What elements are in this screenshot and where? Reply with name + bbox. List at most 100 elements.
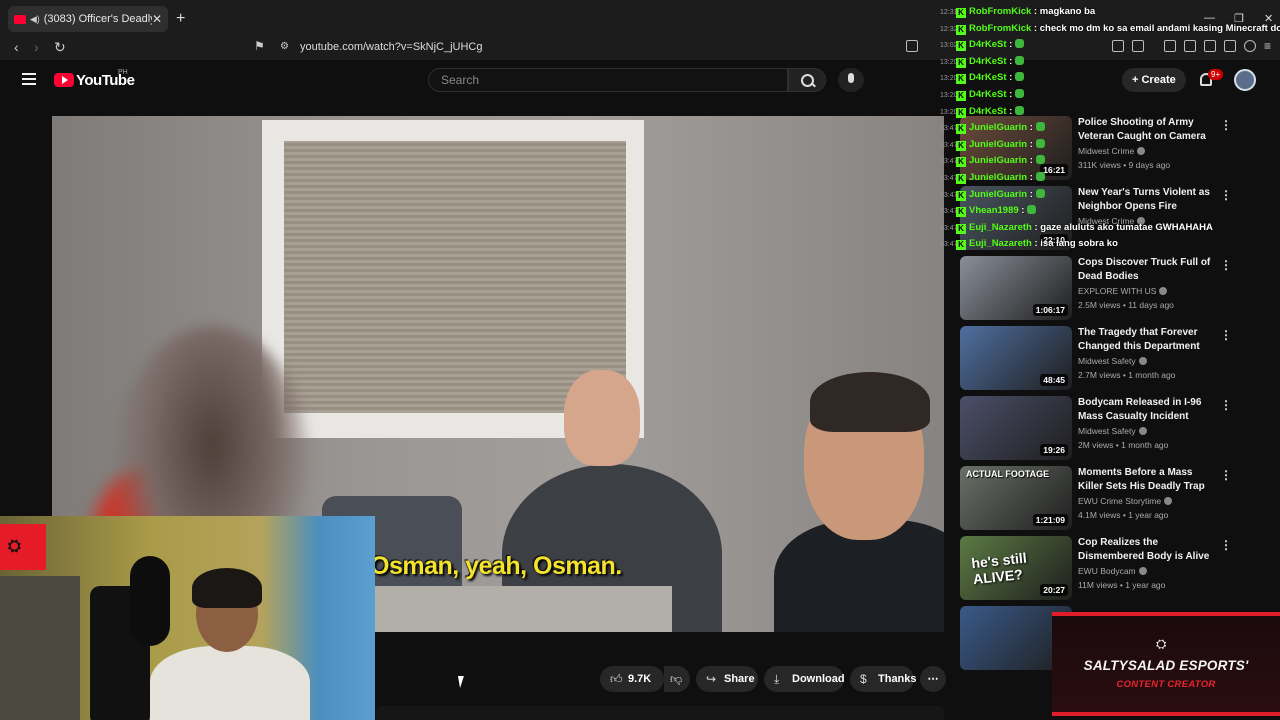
- more-options-icon[interactable]: ⋮: [1220, 538, 1232, 552]
- chat-message: 13:47K JunielGuarin :: [940, 122, 1045, 138]
- speaker-icon[interactable]: ◀): [30, 14, 40, 25]
- recommendation-item[interactable]: 1:06:17 Cops Discover Truck Full of Dead …: [960, 256, 1240, 320]
- recommendation-item[interactable]: ACTUAL FOOTAGE 1:21:09 Moments Before a Ma…: [960, 466, 1240, 530]
- thanks-button[interactable]: $ Thanks: [850, 666, 917, 692]
- recommendation-title[interactable]: New Year's Turns Violent as Neighbor Ope…: [1078, 186, 1218, 213]
- video-thumbnail[interactable]: he's still ALIVE? 20:27: [960, 536, 1072, 600]
- search-button[interactable]: [788, 68, 826, 92]
- menu-icon[interactable]: ≡: [1264, 39, 1271, 53]
- share-button[interactable]: ↪ Share: [696, 666, 758, 692]
- chat-username: JunielGuarin: [969, 172, 1028, 183]
- screenshot-icon[interactable]: [1132, 40, 1144, 52]
- video-thumbnail[interactable]: 19:26: [960, 396, 1072, 460]
- share-icon: ↪: [706, 672, 717, 686]
- emote-icon: [1014, 89, 1024, 98]
- like-button[interactable]: 👍︎ 9.7K: [600, 666, 664, 692]
- avatar[interactable]: [1234, 69, 1256, 91]
- recommendation-title[interactable]: Cops Discover Truck Full of Dead Bodies: [1078, 256, 1218, 283]
- view-meta: 4.1M views • 1 year ago: [1078, 510, 1169, 520]
- cast-icon[interactable]: [906, 40, 918, 52]
- back-icon[interactable]: ‹: [14, 39, 19, 55]
- more-actions-icon[interactable]: ⋯: [920, 666, 946, 692]
- more-options-icon[interactable]: ⋮: [1220, 258, 1232, 272]
- view-meta: 2.7M views • 1 month ago: [1078, 370, 1176, 380]
- chat-colon: :: [1027, 172, 1036, 183]
- chat-timestamp: 13:47: [940, 158, 958, 166]
- chat-message: 13:20K D4rKeSt :: [940, 72, 1024, 88]
- more-options-icon[interactable]: ⋮: [1220, 328, 1232, 342]
- chat-message: 13:47K Euji_Nazareth : gaze aluluts ako t…: [940, 222, 1213, 238]
- more-options-icon[interactable]: ⋮: [1220, 118, 1232, 132]
- chat-colon: :: [1006, 55, 1015, 67]
- channel-name[interactable]: Midwest Safety: [1078, 356, 1147, 366]
- browser-tab[interactable]: ◀) (3083) Officer's Deadly Street ✕: [8, 6, 168, 32]
- channel-name[interactable]: EWU Bodycam: [1078, 566, 1147, 576]
- forward-icon[interactable]: ›: [34, 39, 39, 55]
- video-duration: 20:27: [1040, 584, 1068, 596]
- channel-name[interactable]: Midwest Safety: [1078, 426, 1147, 436]
- video-officer: [774, 370, 944, 632]
- chat-colon: :: [1018, 205, 1028, 217]
- url-field[interactable]: youtube.com/watch?v=SkNjC_jUHCg: [300, 41, 483, 53]
- search-input[interactable]: Search: [428, 68, 788, 92]
- channel-name[interactable]: Midwest Crime: [1078, 146, 1146, 156]
- kick-badge-icon: K: [956, 57, 966, 68]
- sidebar-icon[interactable]: [1184, 40, 1196, 52]
- more-options-icon[interactable]: ⋮: [1220, 398, 1232, 412]
- recommendation-title[interactable]: Bodycam Released in I-96 Mass Casualty I…: [1078, 396, 1218, 423]
- bookmark-icon[interactable]: ⚑: [254, 39, 265, 53]
- extension-icon[interactable]: [1112, 40, 1124, 52]
- recommendation-title[interactable]: The Tragedy that Forever Changed this De…: [1078, 326, 1218, 353]
- tab-title: (3083) Officer's Deadly Street: [43, 13, 152, 25]
- video-thumbnail[interactable]: 1:06:17: [960, 256, 1072, 320]
- voice-search-icon[interactable]: [838, 68, 864, 92]
- new-tab-icon[interactable]: +: [176, 10, 185, 28]
- music-icon[interactable]: [1164, 40, 1176, 52]
- channel-name-text: EWU Crime Storytime: [1078, 496, 1162, 506]
- channel-name-text: EWU Bodycam: [1078, 566, 1136, 576]
- recommendation-title[interactable]: Police Shooting of Army Veteran Caught o…: [1078, 116, 1218, 143]
- channel-name[interactable]: EWU Crime Storytime: [1078, 496, 1173, 506]
- recommendation-item[interactable]: 19:26 Bodycam Released in I-96 Mass Casua…: [960, 396, 1240, 460]
- recommendation-item[interactable]: he's still ALIVE? 20:27 Cop Realizes the D…: [960, 536, 1240, 600]
- emote-icon: [1014, 55, 1024, 65]
- chat-username: JunielGuarin: [969, 188, 1028, 200]
- kick-badge-icon: K: [956, 91, 966, 101]
- view-meta: 311K views • 9 days ago: [1078, 160, 1171, 170]
- chat-username: JunielGuarin: [969, 122, 1028, 134]
- vpn-icon[interactable]: [1244, 40, 1256, 52]
- download-label: Download: [792, 673, 845, 685]
- site-info-icon[interactable]: ⚙: [280, 41, 289, 52]
- recommendation-title[interactable]: Cop Realizes the Dismembered Body is Ali…: [1078, 536, 1218, 563]
- video-thumbnail[interactable]: ACTUAL FOOTAGE 1:21:09: [960, 466, 1072, 530]
- chat-message: 13:47K Vhean1989 :: [940, 205, 1037, 221]
- esports-emblem-icon: ⛭: [1156, 636, 1167, 651]
- dislike-button[interactable]: 👎︎: [664, 666, 690, 692]
- recommendation-title[interactable]: Moments Before a Mass Killer Sets His De…: [1078, 466, 1218, 493]
- close-tab-icon[interactable]: ✕: [152, 12, 162, 26]
- chat-username: Euji_Nazareth: [969, 238, 1032, 250]
- chat-username: D4rKeSt: [969, 89, 1007, 100]
- kick-badge-icon: K: [956, 74, 966, 85]
- verified-icon: [1159, 287, 1168, 295]
- video-subtitle: Osman, yeah, Osman.: [370, 552, 622, 580]
- more-options-icon[interactable]: ⋮: [1220, 468, 1232, 482]
- create-button[interactable]: + Create: [1122, 68, 1186, 92]
- wallet-icon[interactable]: [1204, 40, 1216, 52]
- channel-name[interactable]: EXPLORE WITH US: [1078, 286, 1168, 296]
- create-label: Create: [1141, 74, 1176, 86]
- hamburger-menu-icon[interactable]: [22, 73, 36, 88]
- download-button[interactable]: ⤓ Download: [764, 666, 845, 692]
- emote-icon: [1035, 172, 1045, 181]
- reload-icon[interactable]: ↻: [54, 39, 66, 56]
- chat-timestamp: 13:47: [940, 125, 958, 133]
- chat-timestamp: 13:47: [940, 241, 958, 249]
- recommendation-item[interactable]: 48:45 The Tragedy that Forever Changed th…: [960, 326, 1240, 390]
- ai-icon[interactable]: [1224, 40, 1236, 52]
- youtube-logo-icon[interactable]: [54, 73, 74, 87]
- verified-icon: [1164, 497, 1173, 505]
- chat-message: 13:47K JunielGuarin :: [940, 138, 1045, 155]
- chat-text: isa lang sobra ko: [1040, 238, 1118, 250]
- more-options-icon[interactable]: ⋮: [1220, 188, 1232, 202]
- video-thumbnail[interactable]: 48:45: [960, 326, 1072, 390]
